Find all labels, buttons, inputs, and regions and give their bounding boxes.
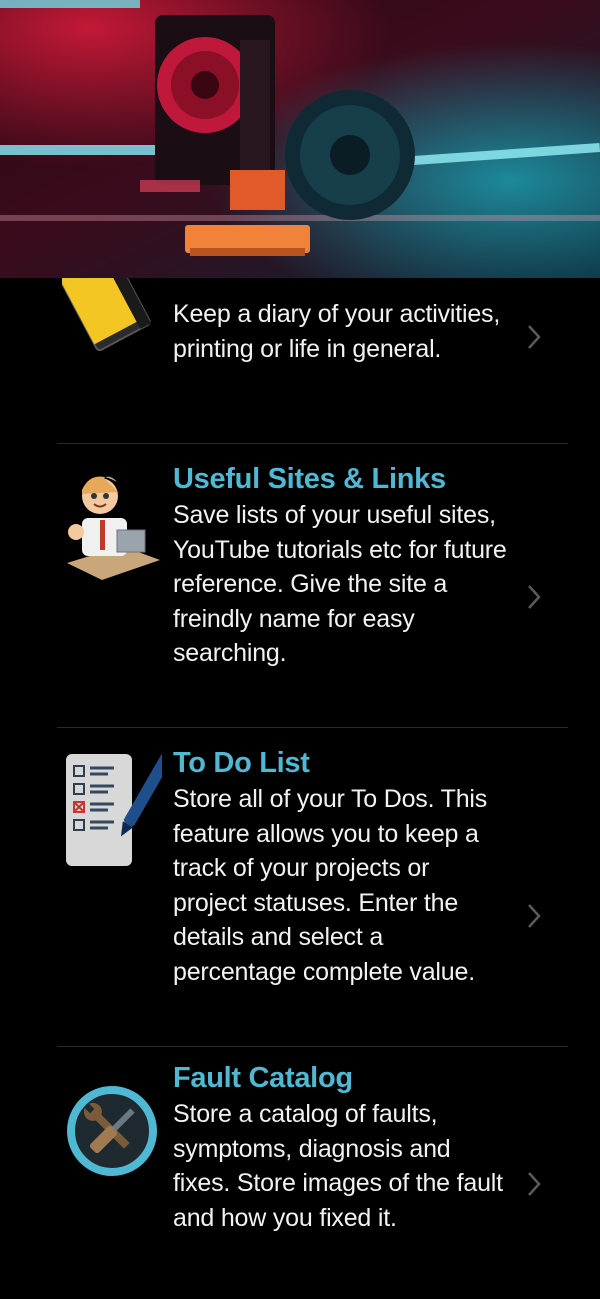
useful-sites-description: Save lists of your useful sites, YouTube… [173,501,507,667]
chevron-right-icon [528,904,541,928]
chevron-right-icon [528,1172,541,1196]
todo-text: To Do List Store all of your To Dos. Thi… [173,746,508,989]
list-item-fault-catalog[interactable]: Fault Catalog Store a catalog of faults,… [0,1047,600,1299]
list-item-useful-sites[interactable]: Useful Sites & Links Save lists of your … [0,444,600,727]
diary-text: Keep a diary of your activities, printin… [173,297,508,366]
todo-title: To Do List [173,747,310,779]
useful-sites-title: Useful Sites & Links [173,463,446,495]
fault-catalog-title: Fault Catalog [173,1062,353,1094]
hero-image [0,0,600,278]
useful-sites-text: Useful Sites & Links Save lists of your … [173,462,508,671]
fault-catalog-text: Fault Catalog Store a catalog of faults,… [173,1061,508,1235]
wrench-screwdriver-icon [62,1074,162,1184]
list-item-diary[interactable]: Keep a diary of your activities, printin… [0,245,600,443]
diary-description: Keep a diary of your activities, printin… [173,300,501,363]
chevron-right-icon [528,325,541,349]
printer-hero-image [0,0,600,278]
checklist-clipboard-icon [62,750,173,870]
fault-catalog-description: Store a catalog of faults, symptoms, dia… [173,1100,503,1232]
chevron-right-icon [528,585,541,609]
cartoon-man-laptop-icon [62,468,162,583]
diary-notebook-icon [56,245,162,368]
list-item-todo[interactable]: To Do List Store all of your To Dos. Thi… [0,728,600,1046]
todo-description: Store all of your To Dos. This feature a… [173,785,488,986]
